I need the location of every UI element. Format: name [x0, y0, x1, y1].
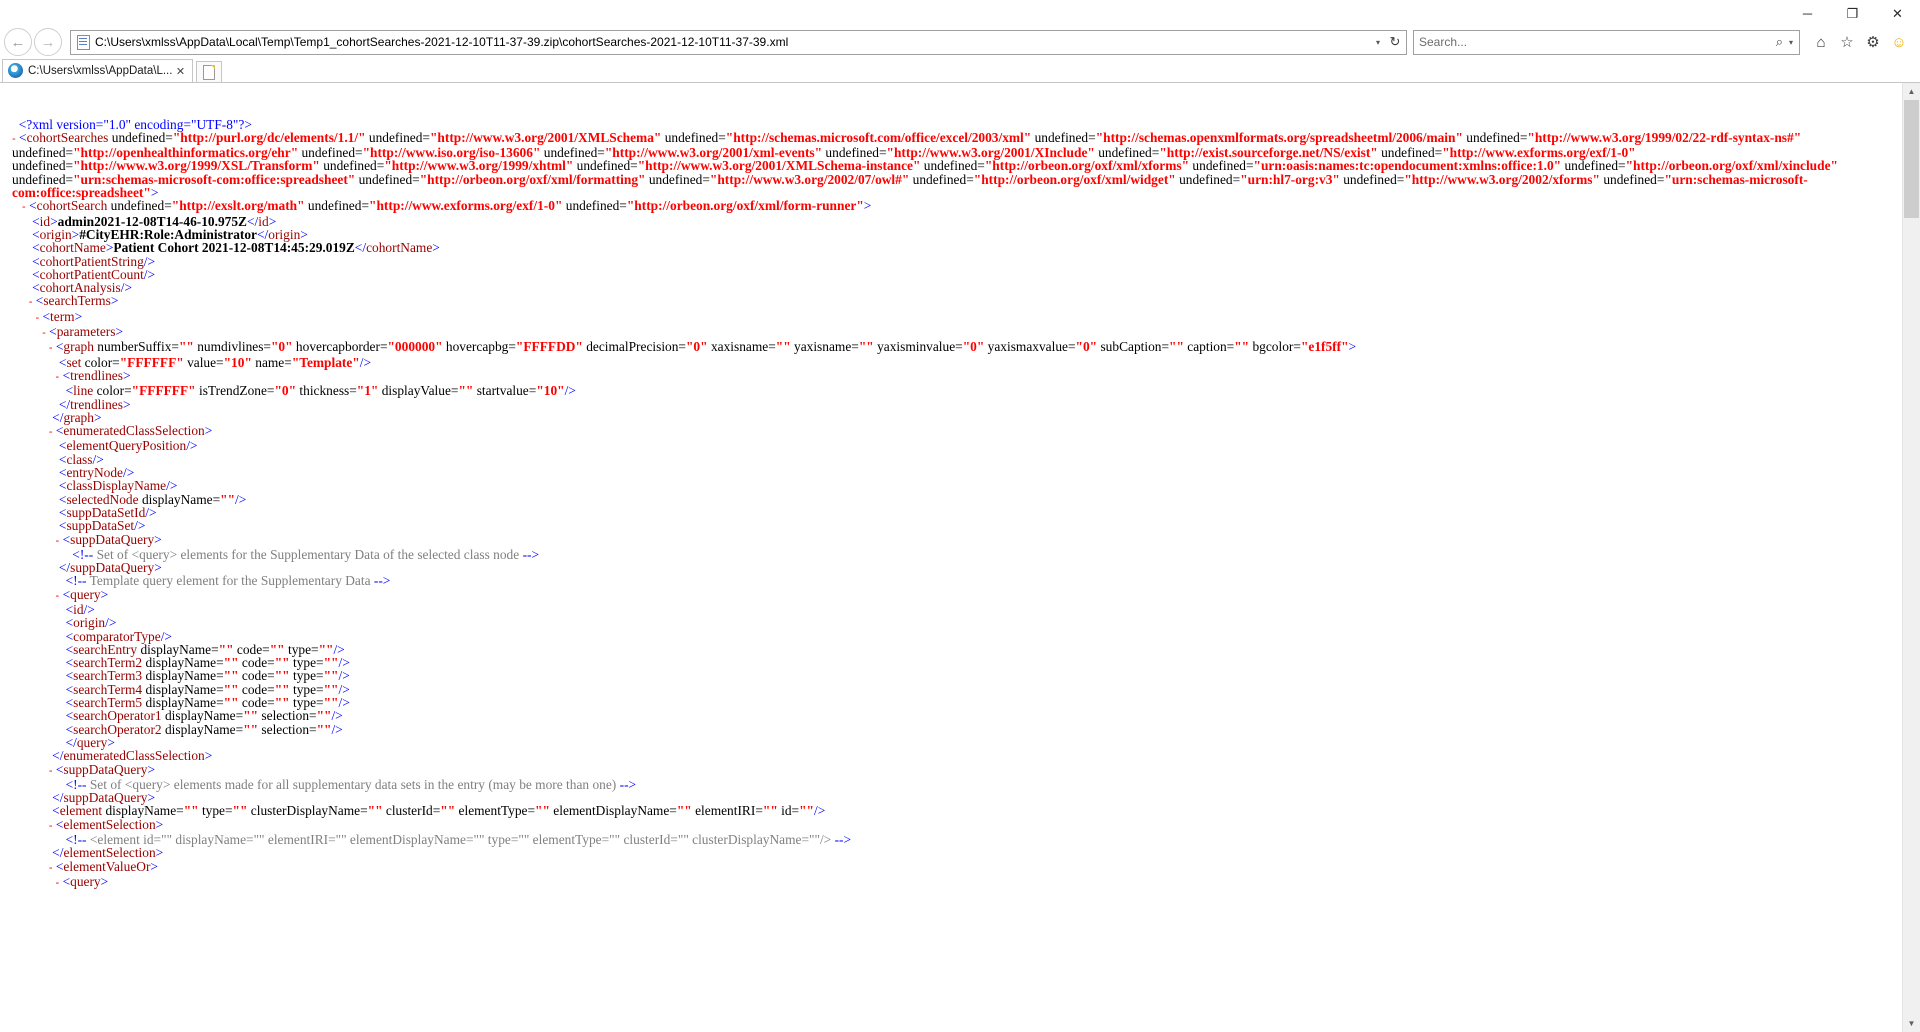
address-input[interactable]: C:\Users\xmlss\AppData\Local\Temp\Temp1_… — [95, 32, 1370, 53]
close-window-button[interactable]: ✕ — [1875, 0, 1920, 26]
feedback-smiley-icon[interactable]: ☺ — [1888, 30, 1910, 54]
scroll-up-button[interactable]: ▲ — [1903, 83, 1920, 100]
scroll-down-button[interactable]: ▼ — [1903, 1015, 1920, 1032]
minimize-button[interactable]: ─ — [1785, 0, 1830, 26]
search-dropdown-icon[interactable]: ▾ — [1785, 38, 1797, 47]
tab-close-icon[interactable]: ✕ — [172, 65, 188, 78]
arrow-right-icon: → — [40, 33, 56, 51]
tab-title: C:\Users\xmlss\AppData\L... — [28, 65, 173, 77]
close-icon: ✕ — [1892, 5, 1903, 21]
tab-strip: C:\Users\xmlss\AppData\L... ✕ — [0, 58, 1920, 83]
maximize-restore-button[interactable]: ❐ — [1830, 0, 1875, 26]
tab-cohort-searches[interactable]: C:\Users\xmlss\AppData\L... ✕ — [2, 59, 194, 82]
gear-icon[interactable]: ⚙ — [1862, 30, 1884, 54]
browser-window: ─ ❐ ✕ ← → C:\Users\xmlss\AppData\Local\T… — [0, 0, 1920, 1032]
search-bar[interactable]: Search... ⌕ ▾ — [1413, 29, 1800, 55]
search-input[interactable]: Search... — [1419, 32, 1776, 53]
title-bar: ─ ❐ ✕ — [0, 0, 1920, 26]
search-icon[interactable]: ⌕ — [1776, 34, 1785, 50]
content-viewport: <?xml version="1.0" encoding="UTF-8"?> -… — [0, 83, 1920, 1032]
minimize-icon: ─ — [1802, 5, 1813, 21]
refresh-icon[interactable]: ↻ — [1386, 34, 1404, 50]
xml-document: <?xml version="1.0" encoding="UTF-8"?> -… — [0, 83, 1902, 1032]
arrow-left-icon: ← — [10, 33, 26, 51]
xml-tree: <?xml version="1.0" encoding="UTF-8"?> -… — [12, 116, 1838, 889]
new-page-icon — [203, 64, 216, 80]
home-icon[interactable]: ⌂ — [1810, 30, 1832, 54]
back-button[interactable]: ← — [4, 28, 32, 56]
address-dropdown-icon[interactable]: ▾ — [1370, 38, 1386, 47]
restore-icon: ❐ — [1846, 5, 1859, 21]
navigation-bar: ← → C:\Users\xmlss\AppData\Local\Temp\Te… — [0, 26, 1920, 58]
favorites-star-icon[interactable]: ☆ — [1836, 30, 1858, 54]
forward-button[interactable]: → — [34, 28, 62, 56]
internet-explorer-icon — [8, 63, 24, 79]
page-favicon-icon — [75, 34, 91, 50]
address-bar[interactable]: C:\Users\xmlss\AppData\Local\Temp\Temp1_… — [70, 29, 1407, 55]
toolbar-icons: ⌂ ☆ ⚙ ☺ — [1808, 30, 1912, 54]
new-tab-button[interactable] — [196, 61, 223, 82]
scrollbar-track[interactable] — [1903, 100, 1920, 1015]
vertical-scrollbar[interactable]: ▲ ▼ — [1902, 83, 1920, 1032]
scrollbar-thumb[interactable] — [1904, 100, 1919, 218]
